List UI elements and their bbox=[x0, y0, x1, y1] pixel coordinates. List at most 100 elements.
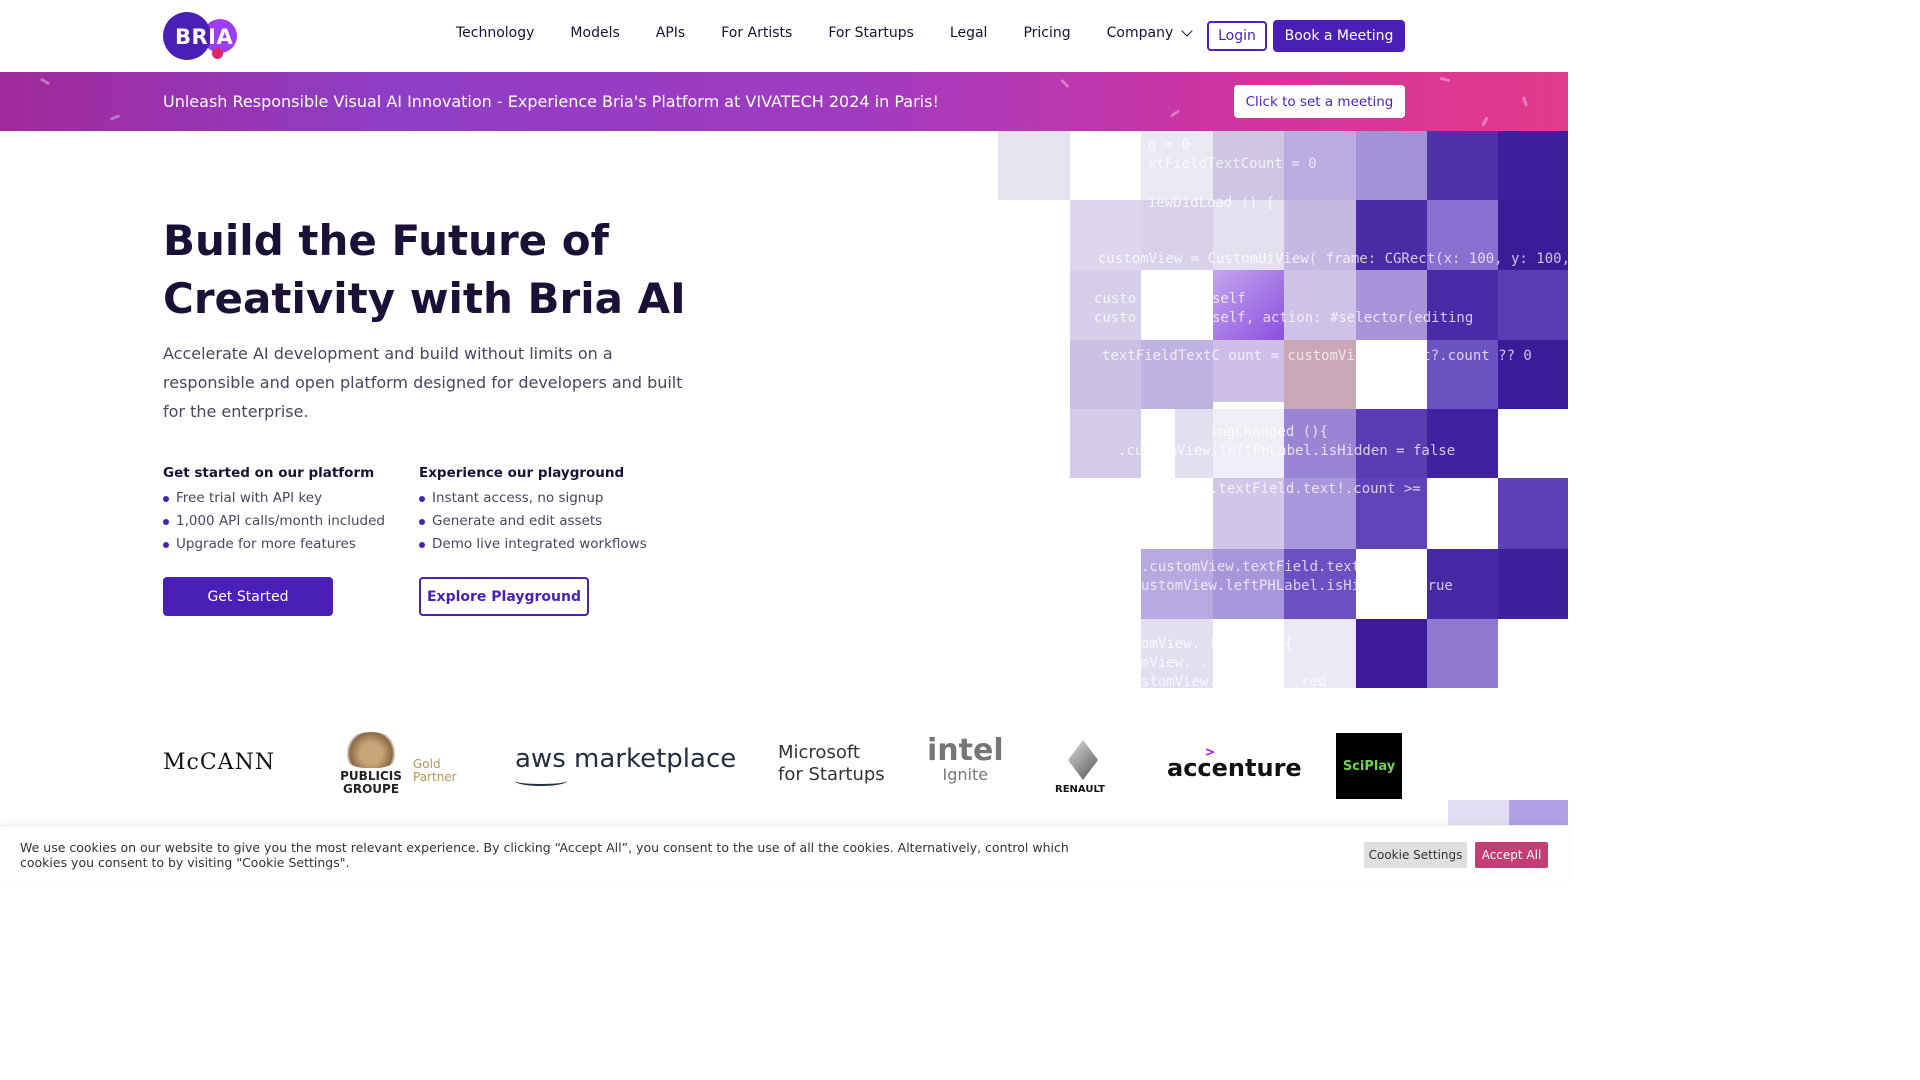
bullet-icon bbox=[419, 495, 425, 502]
nav-apis[interactable]: APIs bbox=[656, 25, 685, 41]
nav-legal[interactable]: Legal bbox=[950, 25, 988, 41]
logo-text: BRIA bbox=[175, 25, 234, 49]
code-line: stomView. color = .red bbox=[1141, 674, 1327, 688]
mosaic-tile bbox=[1427, 270, 1498, 340]
nav-company-label: Company bbox=[1106, 25, 1174, 41]
code-line: .textField.text!.count >= 20 { bbox=[1210, 481, 1463, 497]
cookie-text: We use cookies on our website to give yo… bbox=[20, 840, 1069, 870]
list-item-text: 1,000 API calls/month included bbox=[176, 513, 385, 529]
confetti-decoration bbox=[39, 77, 51, 86]
publicis-line2: GROUPE bbox=[342, 782, 400, 796]
list-item-text: Generate and edit assets bbox=[432, 513, 603, 529]
code-line: omView. !. >= 10 { bbox=[1141, 636, 1293, 652]
cookie-settings-button[interactable]: Cookie Settings bbox=[1364, 842, 1467, 868]
code-line: custo dTarget(self, action: #selector(ed… bbox=[1094, 310, 1474, 326]
mosaic-tile bbox=[1427, 131, 1498, 200]
nav-company-dropdown[interactable]: Company bbox=[1106, 25, 1193, 41]
confetti-decoration bbox=[109, 114, 121, 121]
list-item-text: Instant access, no signup bbox=[432, 490, 604, 506]
intel-wordmark: intel bbox=[927, 733, 1004, 768]
nav-links: Technology Models APIs For Artists For S… bbox=[456, 25, 1227, 41]
set-meeting-button[interactable]: Click to set a meeting bbox=[1234, 85, 1405, 118]
banner-text: Unleash Responsible Visual AI Innovation… bbox=[163, 92, 939, 111]
mosaic-tile bbox=[1498, 131, 1568, 200]
code-line: g = 0 bbox=[1148, 137, 1191, 153]
promo-banner: Unleash Responsible Visual AI Innovation… bbox=[0, 72, 1568, 131]
intel-ignite-logo: intel Ignite bbox=[927, 736, 1004, 784]
accenture-logo: accenture bbox=[1167, 754, 1302, 782]
top-navigation: BRIA Technology Models APIs For Artists … bbox=[0, 0, 1568, 72]
mosaic-tile bbox=[1498, 478, 1568, 549]
gold-partner-badge: Gold Partner bbox=[413, 758, 457, 784]
playground-feature-list: Instant access, no signup Generate and e… bbox=[419, 487, 647, 556]
list-item: Free trial with API key bbox=[163, 487, 385, 510]
mosaic-tile bbox=[998, 131, 1070, 200]
microsoft-line2: for Startups bbox=[778, 764, 885, 785]
confetti-decoration bbox=[1170, 109, 1180, 118]
playground-column: Experience our playground Instant access… bbox=[419, 465, 647, 556]
code-line: custo egate = self bbox=[1094, 291, 1246, 307]
code-line: ingChanged (){ bbox=[1210, 424, 1329, 440]
bullet-icon bbox=[163, 495, 169, 502]
list-item: 1,000 API calls/month included bbox=[163, 510, 385, 533]
hero-subtitle: Accelerate AI development and build with… bbox=[163, 344, 683, 421]
list-item-text: Free trial with API key bbox=[176, 490, 323, 506]
mccann-logo: McCANN bbox=[163, 750, 276, 775]
list-item: Upgrade for more features bbox=[163, 533, 385, 556]
accept-all-button[interactable]: Accept All bbox=[1475, 842, 1548, 868]
nav-technology[interactable]: Technology bbox=[456, 25, 534, 41]
sciplay-logo: SciPlay bbox=[1336, 733, 1402, 799]
platform-feature-list: Free trial with API key 1,000 API calls/… bbox=[163, 487, 385, 556]
hero-title: Build the Future of Creativity with Bria… bbox=[163, 216, 686, 323]
aws-smile-icon bbox=[515, 776, 567, 786]
publicis-groupe-logo: PUBLICIS GROUPE Gold Partner bbox=[337, 732, 467, 802]
intel-ignite-text: Ignite bbox=[942, 765, 989, 784]
code-line: iewDidLoad () { bbox=[1148, 195, 1275, 211]
platform-heading: Get started on our platform bbox=[163, 465, 375, 481]
mosaic-tile bbox=[1498, 549, 1568, 619]
code-line: mView. . red bbox=[1141, 655, 1243, 671]
cookie-consent-bar: We use cookies on our website to give yo… bbox=[0, 825, 1568, 882]
list-item-text: Demo live integrated workflows bbox=[432, 536, 647, 552]
lion-icon bbox=[343, 732, 399, 768]
nav-models[interactable]: Models bbox=[570, 25, 619, 41]
book-meeting-button[interactable]: Book a Meeting bbox=[1273, 20, 1405, 52]
code-line: customView = CustomUiView( frame: CGRect… bbox=[1098, 251, 1568, 267]
partner-logos: McCANN PUBLICIS GROUPE Gold Partner aws … bbox=[0, 720, 1568, 810]
renault-wordmark: RENAULT bbox=[1055, 784, 1105, 795]
nav-pricing[interactable]: Pricing bbox=[1023, 25, 1070, 41]
platform-column: Get started on our platform Free trial w… bbox=[163, 465, 385, 556]
confetti-decoration bbox=[1060, 78, 1070, 89]
gold-partner-line2: Partner bbox=[413, 770, 457, 784]
code-line: .customView.textField.text?. = 0 { bbox=[1141, 559, 1428, 575]
explore-playground-button[interactable]: Explore Playground bbox=[419, 577, 589, 616]
nav-for-artists[interactable]: For Artists bbox=[721, 25, 792, 41]
nav-for-startups[interactable]: For Startups bbox=[828, 25, 914, 41]
get-started-button[interactable]: Get Started bbox=[163, 577, 333, 616]
logo-dot bbox=[212, 48, 223, 59]
mosaic-tile bbox=[1356, 619, 1427, 688]
publicis-name: PUBLICIS GROUPE bbox=[337, 770, 405, 796]
renault-logo: RENAULT bbox=[1055, 740, 1110, 800]
bullet-icon bbox=[163, 518, 169, 525]
bullet-icon bbox=[419, 541, 425, 548]
list-item: Generate and edit assets bbox=[419, 510, 647, 533]
corner-tile bbox=[1448, 800, 1509, 825]
bullet-icon bbox=[419, 518, 425, 525]
confetti-decoration bbox=[1481, 116, 1489, 127]
renault-diamond-icon bbox=[1068, 740, 1098, 780]
aws-marketplace-logo: aws marketplace bbox=[515, 744, 737, 774]
mosaic-tile bbox=[1284, 270, 1356, 340]
microsoft-for-startups-logo: Microsoft for Startups bbox=[778, 742, 885, 786]
confetti-decoration bbox=[1439, 76, 1451, 83]
list-item-text: Upgrade for more features bbox=[176, 536, 356, 552]
bria-logo[interactable]: BRIA bbox=[163, 11, 239, 61]
confetti-decoration bbox=[1521, 96, 1529, 107]
bullet-icon bbox=[163, 541, 169, 548]
mosaic-tile bbox=[1427, 619, 1498, 688]
code-line: xtFieldTextCount = 0 bbox=[1148, 156, 1317, 172]
login-button[interactable]: Login bbox=[1207, 21, 1267, 51]
chevron-down-icon bbox=[1181, 25, 1193, 37]
mosaic-tile bbox=[1356, 131, 1427, 200]
code-line: textFieldTextC ount = customView. .text?… bbox=[1102, 348, 1532, 364]
